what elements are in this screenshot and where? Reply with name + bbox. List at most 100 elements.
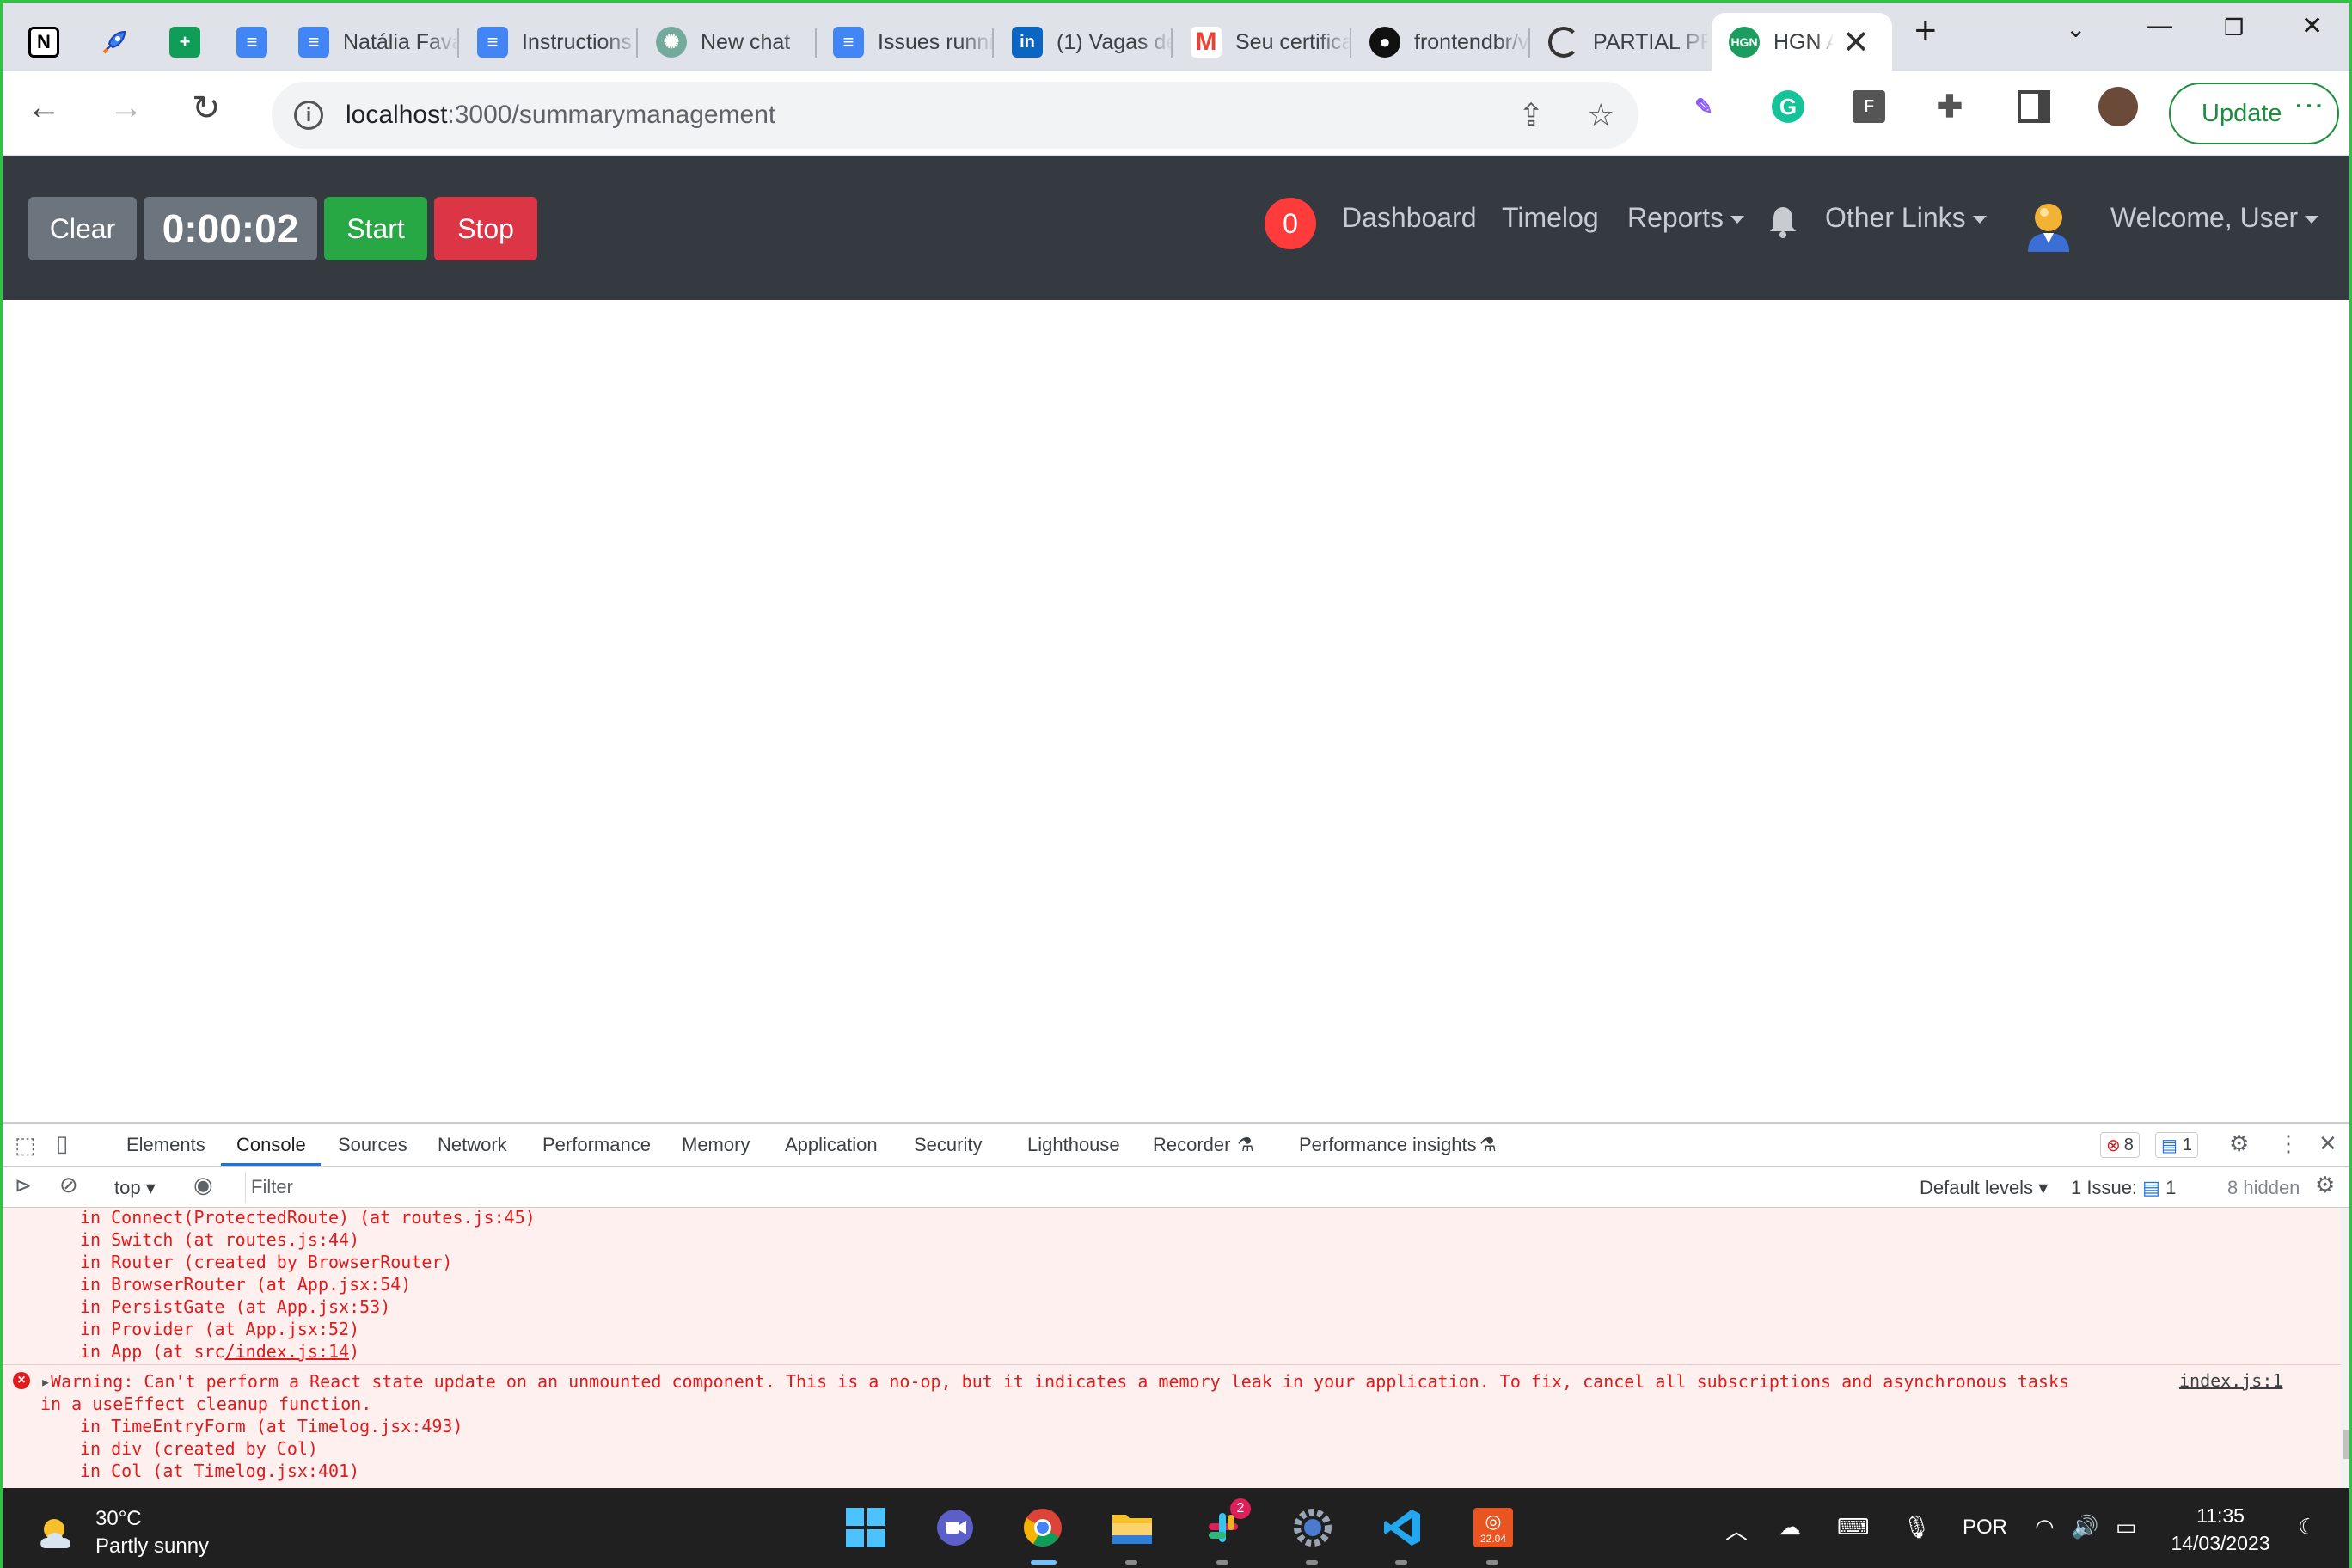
settings-gear-icon[interactable]: ⚙ xyxy=(2229,1130,2249,1157)
more-options-icon[interactable]: ⋮ xyxy=(2277,1130,2300,1157)
pen-extension-icon[interactable]: ✎ xyxy=(1687,90,1720,123)
tab-rocket[interactable] xyxy=(99,13,130,71)
devtools-tab-security[interactable]: Security xyxy=(914,1134,982,1156)
tab-google-sheets[interactable]: + xyxy=(169,13,200,71)
nav-dashboard[interactable]: Dashboard xyxy=(1342,202,1477,234)
sidebar-toggle-icon[interactable]: ⊳ xyxy=(15,1173,32,1198)
clear-console-icon[interactable]: ⊘ xyxy=(59,1172,78,1198)
update-button[interactable]: Update ⋮ xyxy=(2169,83,2339,144)
ubuntu-logo-icon: ◎ xyxy=(1485,1510,1502,1532)
extensions-puzzle-icon[interactable]: ✚ xyxy=(1933,89,1966,124)
volume-icon[interactable]: 🔊 xyxy=(2071,1514,2098,1540)
side-panel-icon[interactable] xyxy=(2018,90,2050,123)
devtools-tab-elements[interactable]: Elements xyxy=(126,1134,205,1156)
message-count-badge[interactable]: ▤ 1 xyxy=(2155,1132,2199,1158)
tab-issues[interactable]: ≡ Issues runni xyxy=(833,13,994,71)
microphone-icon[interactable]: 🎙 xyxy=(1902,1514,1931,1540)
do-not-disturb-moon-icon[interactable]: ☾ xyxy=(2298,1514,2318,1540)
issues-button[interactable]: 1 Issue: ▤ 1 xyxy=(2071,1177,2176,1199)
tab-github[interactable]: ● frontendbr/v xyxy=(1369,13,1530,71)
keyboard-icon[interactable]: ⌨ xyxy=(1837,1514,1870,1540)
tray-chevron-up-icon[interactable]: ︿ xyxy=(1725,1514,1748,1546)
devtools-tab-performance[interactable]: Performance xyxy=(542,1134,651,1156)
profile-avatar[interactable] xyxy=(2098,87,2138,126)
device-toolbar-icon[interactable]: ▯ xyxy=(56,1130,68,1157)
nav-welcome-user-dropdown[interactable]: Welcome, User xyxy=(2110,202,2318,234)
bookmark-star-icon[interactable]: ☆ xyxy=(1587,97,1614,133)
source-link[interactable]: /index.js:14 xyxy=(225,1341,350,1362)
error-count-badge[interactable]: ⊗ 8 xyxy=(2100,1132,2140,1158)
notification-count-badge[interactable]: 0 xyxy=(1265,198,1316,249)
close-tab-icon[interactable]: ✕ xyxy=(1842,23,1870,62)
console-filter-input[interactable] xyxy=(245,1172,1906,1203)
devtools-tab-application[interactable]: Application xyxy=(785,1134,878,1156)
console-settings-gear-icon[interactable]: ⚙ xyxy=(2315,1172,2335,1198)
windows-start-icon[interactable] xyxy=(842,1504,890,1552)
warning-text[interactable]: ▸Warning: Can't perform a React state up… xyxy=(40,1370,2095,1415)
tab-partial-pr[interactable]: PARTIAL PR xyxy=(1548,13,1709,71)
close-devtools-icon[interactable]: ✕ xyxy=(2318,1130,2337,1157)
new-tab-button[interactable]: + xyxy=(1914,9,1937,52)
ubuntu-icon[interactable]: ◎ 22.04 xyxy=(1469,1504,1517,1552)
tab-gmail[interactable]: M Seu certifica xyxy=(1191,13,1351,71)
forward-arrow-icon[interactable]: → xyxy=(109,89,144,127)
nav-timelog[interactable]: Timelog xyxy=(1502,202,1599,234)
inspect-element-icon[interactable]: ⬚ xyxy=(15,1132,36,1159)
language-indicator[interactable]: POR xyxy=(1963,1516,2007,1540)
console-scrollbar[interactable] xyxy=(2341,1208,2349,1490)
back-arrow-icon[interactable]: ← xyxy=(27,89,61,127)
url-text[interactable]: localhost:3000/summarymanagement xyxy=(346,101,775,130)
tab-instructions[interactable]: ≡ Instructions xyxy=(477,13,638,71)
f-extension-icon[interactable]: F xyxy=(1853,90,1885,123)
battery-icon[interactable]: ▭ xyxy=(2116,1514,2137,1540)
tab-hgn-active[interactable]: HGN HGN A ✕ xyxy=(1712,13,1892,71)
site-info-icon[interactable]: i xyxy=(294,101,323,130)
user-avatar-icon[interactable] xyxy=(2023,200,2074,258)
devtools-tab-console[interactable]: Console xyxy=(236,1134,306,1156)
bell-icon[interactable] xyxy=(1768,204,1798,242)
restore-icon[interactable]: ❐ xyxy=(2224,15,2244,41)
onedrive-offline-icon[interactable]: ☁ xyxy=(1779,1514,1801,1540)
expand-triangle-icon[interactable]: ▸ xyxy=(40,1371,51,1392)
grammarly-icon[interactable]: G xyxy=(1772,90,1804,123)
tab-label: Seu certifica xyxy=(1235,29,1351,54)
devtools-tab-memory[interactable]: Memory xyxy=(682,1134,750,1156)
reload-icon[interactable]: ↻ xyxy=(192,89,221,128)
devtools-tab-lighthouse[interactable]: Lighthouse xyxy=(1027,1134,1120,1156)
chrome-icon[interactable] xyxy=(1019,1504,1067,1552)
vscode-icon[interactable] xyxy=(1378,1504,1426,1552)
teams-chat-icon[interactable] xyxy=(931,1504,979,1552)
warning-source-link[interactable]: index.js:1 xyxy=(2179,1370,2282,1391)
tab-google-docs[interactable]: ≡ xyxy=(236,13,267,71)
system-clock[interactable]: 11:35 14/03/2023 xyxy=(2169,1502,2272,1557)
default-levels-dropdown[interactable]: Default levels ▾ xyxy=(1920,1177,2048,1199)
tab-linkedin[interactable]: in (1) Vagas de xyxy=(1012,13,1173,71)
tab-new-chat[interactable]: ✺ New chat xyxy=(656,13,817,71)
slack-icon[interactable]: 2 xyxy=(1199,1498,1251,1552)
file-explorer-icon[interactable] xyxy=(1108,1504,1156,1552)
devtools-tab-network[interactable]: Network xyxy=(438,1134,507,1156)
google-docs-icon: ≡ xyxy=(298,27,329,58)
context-selector[interactable]: top ▾ xyxy=(114,1177,156,1199)
settings-gear-app-icon[interactable] xyxy=(1289,1504,1337,1552)
live-expression-eye-icon[interactable]: ◉ xyxy=(193,1172,213,1198)
menu-dots-icon[interactable]: ⋮ xyxy=(2293,91,2325,120)
nav-other-links-dropdown[interactable]: Other Links xyxy=(1825,202,1987,234)
nav-reports-dropdown[interactable]: Reports xyxy=(1627,202,1744,234)
tab-natalia[interactable]: ≡ Natália Fava xyxy=(298,13,459,71)
close-window-icon[interactable]: ✕ xyxy=(2301,11,2323,41)
clear-button[interactable]: Clear xyxy=(28,197,137,260)
stop-button[interactable]: Stop xyxy=(434,197,537,260)
devtools-tab-recorder[interactable]: Recorder xyxy=(1153,1134,1230,1156)
scrollbar-thumb[interactable] xyxy=(2343,1430,2349,1459)
weather-widget[interactable]: 30°C Partly sunny xyxy=(37,1505,209,1560)
share-icon[interactable]: ⇪ xyxy=(1518,97,1544,133)
tab-search-chevron-icon[interactable]: ⌄ xyxy=(2066,15,2086,43)
devtools-tab-sources[interactable]: Sources xyxy=(338,1134,407,1156)
devtools-tab-performance-insights[interactable]: Performance insights xyxy=(1299,1134,1477,1156)
wifi-icon[interactable]: ◠ xyxy=(2035,1514,2055,1540)
minimize-icon[interactable]: — xyxy=(2147,11,2172,40)
tab-notion[interactable]: N xyxy=(28,13,59,71)
start-button[interactable]: Start xyxy=(324,197,427,260)
address-bar[interactable]: i localhost:3000/summarymanagement ⇪ ☆ xyxy=(272,82,1638,149)
